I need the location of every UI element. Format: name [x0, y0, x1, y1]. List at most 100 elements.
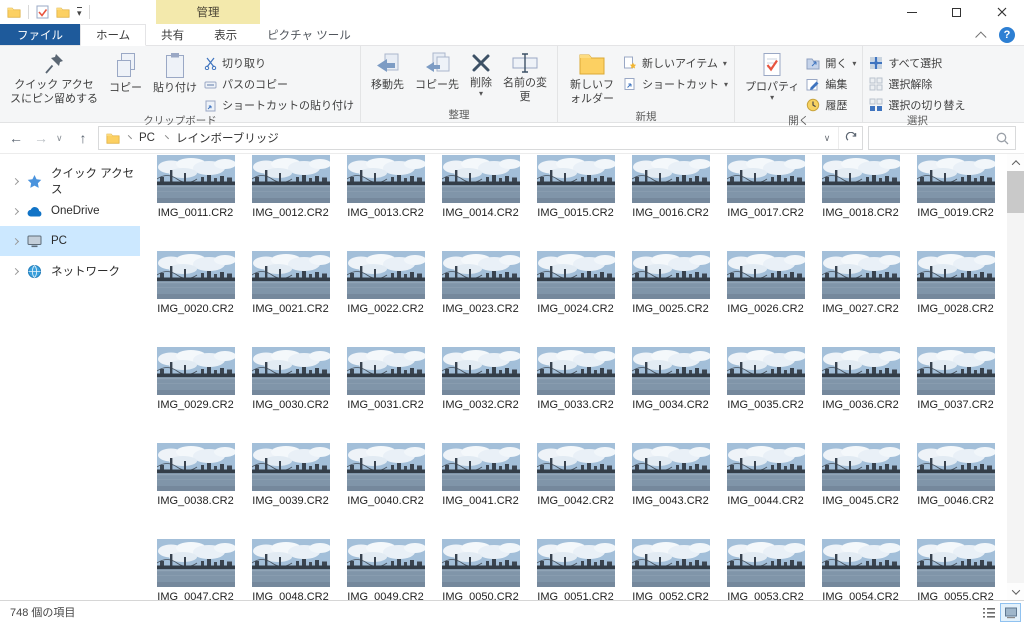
file-item[interactable]: IMG_0045.CR2 — [813, 443, 908, 539]
properties-button[interactable]: プロパティ ▾ — [741, 50, 803, 103]
address-dropdown-icon[interactable]: ∨ — [816, 133, 838, 144]
file-item[interactable]: IMG_0018.CR2 — [813, 155, 908, 251]
paste-button[interactable]: 貼り付け — [149, 50, 201, 98]
file-item[interactable]: IMG_0013.CR2 — [338, 155, 433, 251]
tab-home[interactable]: ホーム — [80, 24, 147, 46]
cut-button[interactable]: 切り取り — [204, 55, 354, 71]
file-item[interactable]: IMG_0039.CR2 — [243, 443, 338, 539]
file-item[interactable]: IMG_0032.CR2 — [433, 347, 528, 443]
tab-view[interactable]: 表示 — [199, 24, 252, 45]
up-button[interactable]: ↑ — [73, 130, 93, 146]
file-item[interactable]: IMG_0019.CR2 — [908, 155, 1003, 251]
file-item[interactable]: IMG_0041.CR2 — [433, 443, 528, 539]
file-item[interactable]: IMG_0034.CR2 — [623, 347, 718, 443]
help-icon[interactable]: ? — [999, 26, 1015, 43]
edit-button[interactable]: 編集 — [806, 76, 856, 92]
rename-button[interactable]: 名前の変更 — [499, 50, 551, 107]
file-item[interactable]: IMG_0046.CR2 — [908, 443, 1003, 539]
file-item[interactable]: IMG_0036.CR2 — [813, 347, 908, 443]
file-item[interactable]: IMG_0026.CR2 — [718, 251, 813, 347]
close-button[interactable] — [979, 0, 1024, 24]
select-none-button[interactable]: 選択解除 — [869, 76, 965, 92]
breadcrumb-item-pc[interactable]: PC — [137, 132, 157, 144]
copy-path-button[interactable]: パスのコピー — [204, 76, 354, 92]
expander-icon[interactable] — [11, 207, 20, 215]
pin-to-quick-access-button[interactable]: クイック アクセスにピン留めする — [6, 50, 102, 109]
file-item[interactable]: IMG_0043.CR2 — [623, 443, 718, 539]
copy-button[interactable]: コピー — [105, 50, 146, 98]
expander-icon[interactable] — [11, 237, 20, 245]
file-item[interactable]: IMG_0042.CR2 — [528, 443, 623, 539]
folder-icon[interactable] — [7, 6, 21, 18]
shortcut-button[interactable]: ショートカット ▾ — [623, 76, 728, 92]
expander-icon[interactable] — [11, 267, 20, 275]
search-icon[interactable] — [996, 132, 1009, 145]
file-name: IMG_0023.CR2 — [442, 303, 519, 315]
tab-picture-tools[interactable]: ピクチャ ツール — [252, 24, 366, 45]
file-item[interactable]: IMG_0031.CR2 — [338, 347, 433, 443]
file-item[interactable]: IMG_0030.CR2 — [243, 347, 338, 443]
back-button[interactable]: ← — [6, 130, 26, 146]
history-button[interactable]: 履歴 — [806, 97, 856, 113]
sidebar-item-network[interactable]: ネットワーク — [0, 256, 140, 286]
file-item[interactable]: IMG_0028.CR2 — [908, 251, 1003, 347]
move-to-button[interactable]: 移動先 — [367, 50, 408, 95]
file-item[interactable]: IMG_0021.CR2 — [243, 251, 338, 347]
forward-button[interactable]: → — [31, 130, 51, 146]
customize-qat-icon[interactable]: ▾ — [77, 7, 82, 18]
thumbnail-view-button[interactable] — [1000, 602, 1021, 622]
file-item[interactable]: IMG_0017.CR2 — [718, 155, 813, 251]
file-item[interactable]: IMG_0027.CR2 — [813, 251, 908, 347]
select-all-button[interactable]: すべて選択 — [869, 55, 965, 71]
delete-button[interactable]: 削除 ▾ — [466, 50, 496, 99]
file-item[interactable]: IMG_0040.CR2 — [338, 443, 433, 539]
sidebar-item-quick-access[interactable]: クイック アクセス — [0, 166, 140, 196]
file-item[interactable]: IMG_0023.CR2 — [433, 251, 528, 347]
file-item[interactable]: IMG_0014.CR2 — [433, 155, 528, 251]
new-folder-icon[interactable] — [56, 6, 70, 18]
scroll-up-button[interactable] — [1007, 154, 1024, 171]
file-item[interactable]: IMG_0038.CR2 — [148, 443, 243, 539]
tab-share[interactable]: 共有 — [146, 24, 199, 45]
properties-icon[interactable] — [36, 5, 49, 19]
file-item[interactable]: IMG_0025.CR2 — [623, 251, 718, 347]
file-item[interactable]: IMG_0016.CR2 — [623, 155, 718, 251]
open-button[interactable]: 開く ▾ — [806, 55, 856, 71]
invert-selection-button[interactable]: 選択の切り替え — [869, 97, 965, 113]
vertical-scrollbar[interactable] — [1007, 154, 1024, 600]
expander-icon[interactable] — [11, 177, 20, 185]
scrollbar-thumb[interactable] — [1007, 171, 1024, 213]
file-item[interactable]: IMG_0024.CR2 — [528, 251, 623, 347]
file-item[interactable]: IMG_0029.CR2 — [148, 347, 243, 443]
collapse-ribbon-icon[interactable] — [975, 30, 987, 43]
photo-thumbnail — [631, 539, 710, 587]
search-input[interactable] — [875, 132, 996, 144]
file-item[interactable]: IMG_0012.CR2 — [243, 155, 338, 251]
photo-thumbnail — [251, 443, 330, 491]
tab-file[interactable]: ファイル — [0, 24, 80, 45]
sidebar-item-pc[interactable]: PC — [0, 226, 140, 256]
minimize-button[interactable] — [889, 0, 934, 24]
file-item[interactable]: IMG_0022.CR2 — [338, 251, 433, 347]
copy-to-button[interactable]: コピー先 — [411, 50, 463, 95]
recent-locations-icon[interactable]: ∨ — [56, 133, 68, 144]
sidebar-item-onedrive[interactable]: OneDrive — [0, 196, 140, 226]
file-item[interactable]: IMG_0044.CR2 — [718, 443, 813, 539]
details-view-button[interactable] — [978, 603, 999, 622]
file-item[interactable]: IMG_0011.CR2 — [148, 155, 243, 251]
new-item-button[interactable]: 新しいアイテム ▾ — [623, 55, 728, 71]
new-folder-button[interactable]: 新しいフォルダー — [564, 50, 620, 109]
breadcrumb[interactable]: PC レインボーブリッジ ∨ — [98, 126, 863, 150]
file-item[interactable]: IMG_0037.CR2 — [908, 347, 1003, 443]
breadcrumb-item-folder[interactable]: レインボーブリッジ — [174, 130, 281, 146]
refresh-button[interactable] — [838, 127, 862, 149]
maximize-button[interactable] — [934, 0, 979, 24]
paste-shortcut-button[interactable]: ショートカットの貼り付け — [204, 97, 354, 113]
scroll-down-button[interactable] — [1007, 583, 1024, 600]
file-item[interactable]: IMG_0015.CR2 — [528, 155, 623, 251]
contextual-tab-header[interactable]: 管理 — [156, 0, 260, 24]
file-item[interactable]: IMG_0033.CR2 — [528, 347, 623, 443]
file-item[interactable]: IMG_0020.CR2 — [148, 251, 243, 347]
properties-dropdown-icon: ▾ — [770, 92, 775, 102]
file-item[interactable]: IMG_0035.CR2 — [718, 347, 813, 443]
